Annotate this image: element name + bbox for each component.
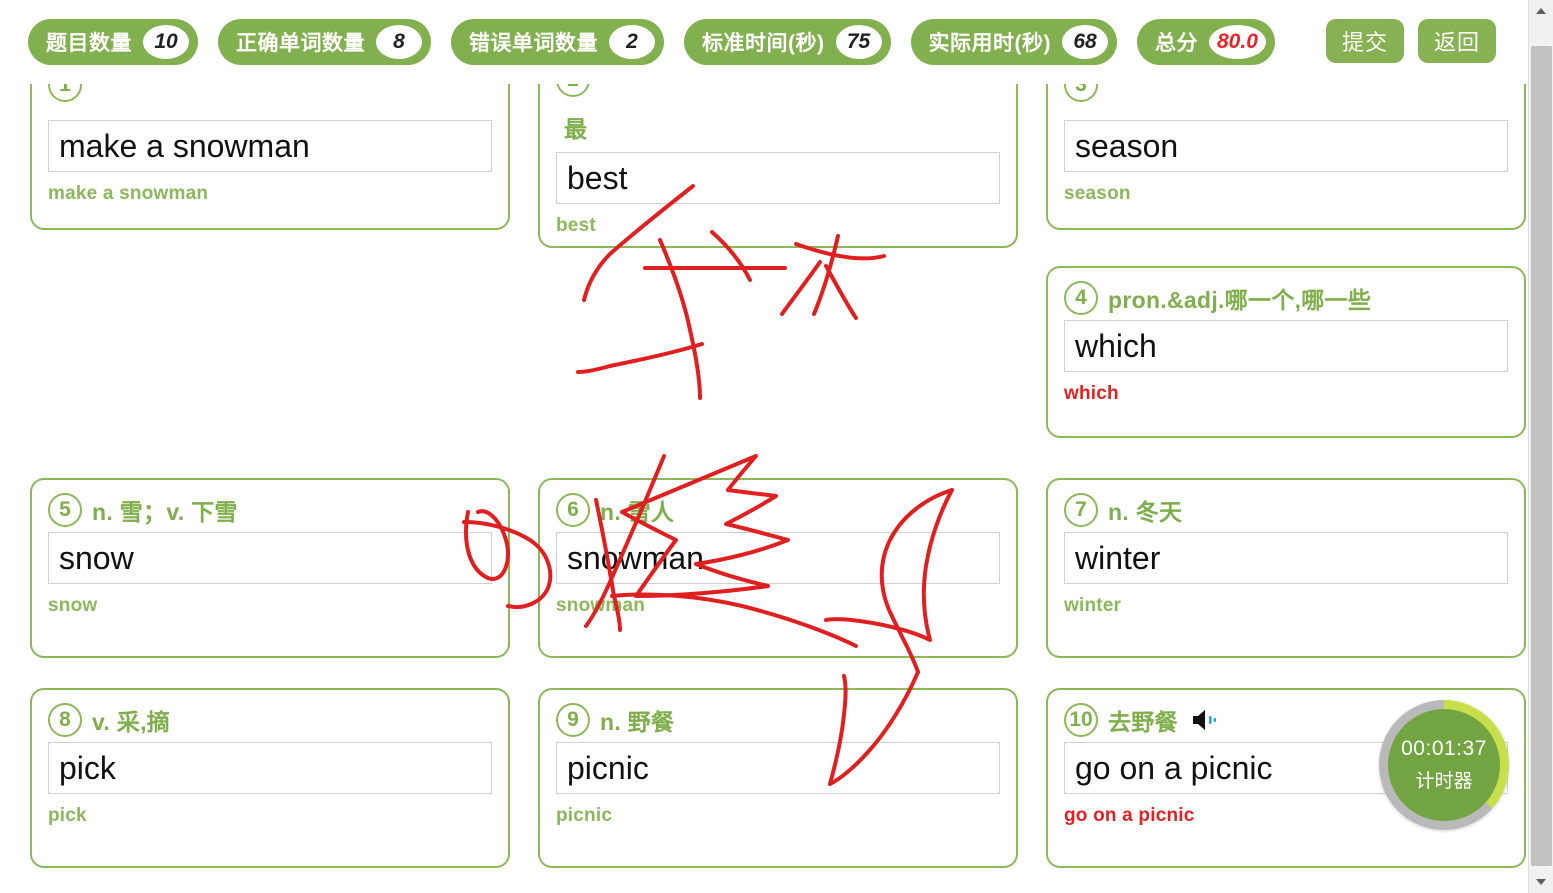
stat-label: 标准时间(秒) — [702, 32, 825, 55]
card-header: 8 v. 采,摘 — [48, 702, 492, 738]
stat-pill-question-count: 题目数量 10 — [28, 19, 198, 65]
question-card-1[interactable]: 1 make a snowman — [30, 66, 510, 230]
timer-widget[interactable]: 00:01:37 计时器 — [1379, 700, 1509, 830]
stat-pill-correct-count: 正确单词数量 8 — [218, 19, 431, 65]
question-number-badge: 6 — [556, 493, 590, 527]
question-number-badge: 7 — [1064, 493, 1098, 527]
question-prompt: n. 野餐 — [600, 709, 675, 735]
question-number-badge: 4 — [1064, 281, 1098, 315]
question-card-9[interactable]: 9 n. 野餐 picnic — [538, 688, 1018, 868]
card-header: 6 n. 雪人 — [556, 492, 1000, 528]
question-prompt: n. 雪；v. 下雪 — [92, 499, 238, 525]
stat-label: 实际用时(秒) — [928, 32, 1051, 55]
stat-label: 总分 — [1155, 32, 1198, 55]
scroll-up-button[interactable] — [1529, 0, 1553, 22]
stat-value: 68 — [1062, 25, 1108, 59]
scroll-down-button[interactable] — [1529, 871, 1553, 893]
vertical-scrollbar[interactable] — [1528, 0, 1553, 893]
question-number-badge: 8 — [48, 703, 82, 737]
question-card-5[interactable]: 5 n. 雪；v. 下雪 snow — [30, 478, 510, 658]
answer-input[interactable] — [556, 532, 1000, 584]
answer-input[interactable] — [556, 742, 1000, 794]
card-header: 4 pron.&adj.哪一个,哪一些 — [1064, 280, 1508, 316]
stat-value: 10 — [143, 25, 189, 59]
submit-button[interactable]: 提交 — [1326, 19, 1404, 63]
answer-input[interactable] — [556, 152, 1000, 204]
question-prompt: 去野餐 — [1108, 709, 1178, 735]
solution-text: snowman — [556, 595, 646, 616]
question-card-6[interactable]: 6 n. 雪人 snowman — [538, 478, 1018, 658]
question-prompt: 最 — [564, 116, 588, 142]
question-card-3[interactable]: 3 season — [1046, 66, 1526, 230]
scrollbar-thumb[interactable] — [1531, 46, 1552, 866]
solution-text: pick — [48, 805, 87, 826]
question-prompt: pron.&adj.哪一个,哪一些 — [1108, 287, 1372, 313]
stat-value: 2 — [609, 25, 655, 59]
chevron-down-icon — [1536, 879, 1546, 885]
solution-text: snow — [48, 595, 98, 616]
solution-text: season — [1064, 183, 1131, 204]
summary-header: 题目数量 10 正确单词数量 8 错误单词数量 2 标准时间(秒) 75 实际用… — [0, 0, 1528, 84]
timer-elapsed: 00:01:37 — [1401, 737, 1487, 760]
stat-value: 8 — [376, 25, 422, 59]
stat-label: 正确单词数量 — [236, 32, 365, 55]
question-card-2[interactable]: 2 最 best — [538, 66, 1018, 248]
solution-text: picnic — [556, 805, 613, 826]
question-grid: 1 make a snowman 2 最 best 3 season — [0, 66, 1528, 893]
solution-text: make a snowman — [48, 183, 209, 204]
question-prompt: n. 冬天 — [1108, 499, 1183, 525]
stat-pill-wrong-count: 错误单词数量 2 — [451, 19, 664, 65]
stat-pill-actual-time: 实际用时(秒) 68 — [910, 19, 1117, 65]
chevron-up-icon — [1536, 8, 1546, 14]
question-card-7[interactable]: 7 n. 冬天 winter — [1046, 478, 1526, 658]
timer-label: 计时器 — [1415, 771, 1473, 792]
answer-input[interactable] — [48, 120, 492, 172]
stat-label: 题目数量 — [46, 32, 132, 55]
card-header: 5 n. 雪；v. 下雪 — [48, 492, 492, 528]
answer-input[interactable] — [48, 742, 492, 794]
answer-input[interactable] — [1064, 532, 1508, 584]
question-prompt: v. 采,摘 — [92, 709, 171, 735]
stat-label: 错误单词数量 — [469, 32, 598, 55]
solution-text: which — [1064, 383, 1119, 404]
back-button[interactable]: 返回 — [1418, 19, 1496, 63]
card-header: 1 — [48, 68, 492, 116]
stat-pill-standard-time: 标准时间(秒) 75 — [684, 19, 891, 65]
card-header: 9 n. 野餐 — [556, 702, 1000, 738]
answer-input[interactable] — [48, 532, 492, 584]
question-card-4[interactable]: 4 pron.&adj.哪一个,哪一些 which — [1046, 266, 1526, 438]
question-number-badge: 5 — [48, 493, 82, 527]
answer-input[interactable] — [1064, 120, 1508, 172]
question-number-badge: 9 — [556, 703, 590, 737]
solution-text: winter — [1064, 595, 1122, 616]
card-header: 3 — [1064, 68, 1508, 116]
quiz-result-page: 题目数量 10 正确单词数量 8 错误单词数量 2 标准时间(秒) 75 实际用… — [0, 0, 1553, 893]
question-number-badge: 10 — [1064, 703, 1098, 737]
stat-value: 75 — [835, 25, 882, 59]
solution-text: best — [556, 215, 596, 236]
stat-pill-total-score: 总分 80.0 — [1137, 19, 1275, 65]
speaker-icon[interactable] — [1190, 707, 1218, 733]
card-header: 7 n. 冬天 — [1064, 492, 1508, 528]
stat-value: 80.0 — [1209, 25, 1266, 59]
timer-inner: 00:01:37 计时器 — [1388, 709, 1500, 821]
answer-input[interactable] — [1064, 320, 1508, 372]
header-actions: 提交 返回 — [1312, 19, 1496, 63]
question-card-8[interactable]: 8 v. 采,摘 pick — [30, 688, 510, 868]
question-prompt: n. 雪人 — [600, 499, 675, 525]
